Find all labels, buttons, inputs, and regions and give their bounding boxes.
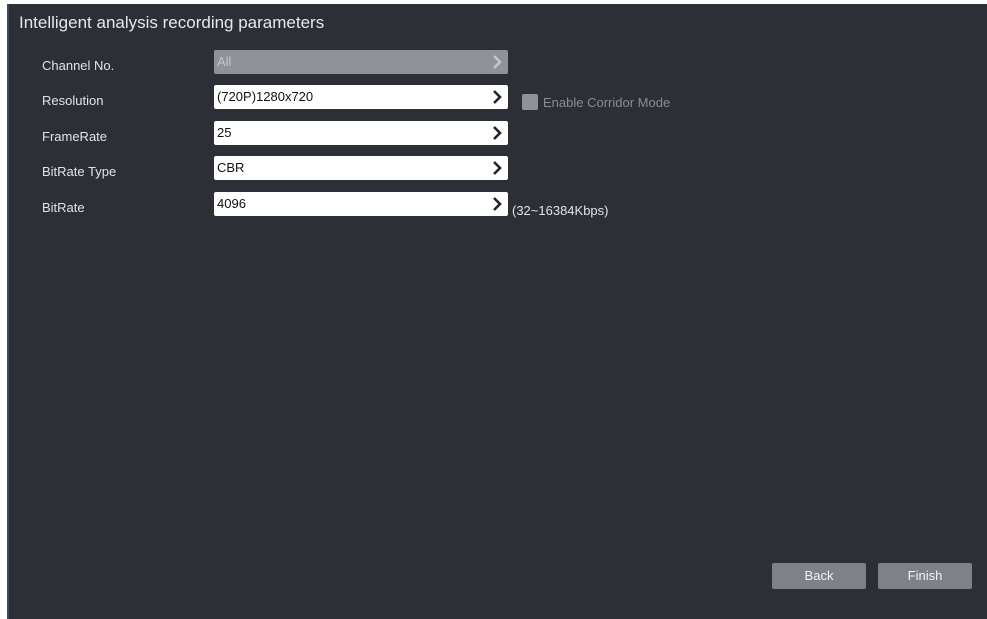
bitrate-label: BitRate <box>42 200 85 215</box>
recording-parameters-panel: Intelligent analysis recording parameter… <box>7 4 987 619</box>
channel-no-label: Channel No. <box>42 58 115 73</box>
finish-button[interactable]: Finish <box>878 563 972 589</box>
chevron-right-icon <box>493 161 502 175</box>
framerate-value: 25 <box>217 125 232 140</box>
enable-corridor-mode-checkbox[interactable] <box>522 94 538 110</box>
resolution-label: Resolution <box>42 93 104 108</box>
chevron-right-icon <box>493 55 502 69</box>
bitrate-value: 4096 <box>217 196 246 211</box>
channel-no-select[interactable]: All <box>214 50 508 74</box>
resolution-value: (720P)1280x720 <box>217 89 314 104</box>
chevron-right-icon <box>493 90 502 104</box>
framerate-select[interactable]: 25 <box>214 121 508 145</box>
enable-corridor-mode-label: Enable Corridor Mode <box>543 95 671 110</box>
resolution-select[interactable]: (720P)1280x720 <box>214 85 508 109</box>
channel-no-value: All <box>217 54 232 69</box>
bitrate-type-value: CBR <box>217 160 245 175</box>
chevron-right-icon <box>493 197 502 211</box>
page-title: Intelligent analysis recording parameter… <box>19 13 325 32</box>
back-button[interactable]: Back <box>772 563 866 589</box>
bitrate-type-label: BitRate Type <box>42 164 117 179</box>
framerate-label: FrameRate <box>42 129 108 144</box>
bitrate-range-hint: (32~16384Kbps) <box>512 203 609 218</box>
chevron-right-icon <box>493 126 502 140</box>
bitrate-select[interactable]: 4096 <box>214 192 508 216</box>
bitrate-type-select[interactable]: CBR <box>214 156 508 180</box>
